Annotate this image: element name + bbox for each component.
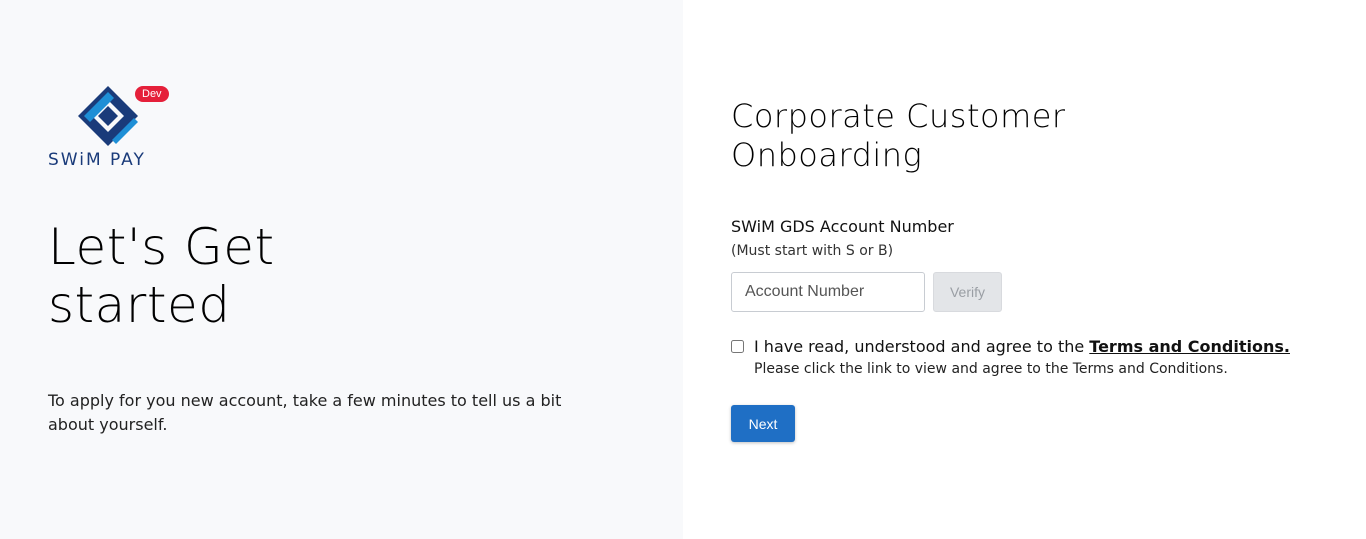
terms-checkbox[interactable]	[731, 340, 744, 353]
next-button[interactable]: Next	[731, 405, 795, 442]
onboarding-form: Corporate Customer Onboarding SWiM GDS A…	[683, 0, 1366, 539]
form-title: Corporate Customer Onboarding	[731, 97, 1066, 175]
account-number-label: SWiM GDS Account Number	[731, 217, 954, 236]
swim-pay-logo-mark-icon	[78, 86, 138, 146]
verify-button[interactable]: Verify	[933, 272, 1002, 312]
hero-title: Let's Get started	[48, 218, 275, 334]
terms-prefix: I have read, understood and agree to the	[754, 337, 1090, 356]
hero-subtitle: To apply for you new account, take a few…	[48, 391, 562, 434]
form-title-line-2: Onboarding	[731, 136, 923, 174]
account-number-input[interactable]	[731, 272, 925, 312]
intro-panel: Dev SWiM PAY Let's Get started To apply …	[0, 0, 683, 539]
hero-title-line-1: Let's Get	[48, 218, 275, 276]
terms-note: Please click the link to view and agree …	[754, 361, 1228, 377]
brand-name: SWiM PAY	[48, 150, 146, 170]
swim-pay-logo: Dev SWiM PAY	[48, 84, 172, 174]
account-number-hint: (Must start with S or B)	[731, 243, 894, 259]
terms-and-conditions-link[interactable]: Terms and Conditions.	[1089, 337, 1290, 356]
page: Dev SWiM PAY Let's Get started To apply …	[0, 0, 1366, 539]
terms-agreement-text: I have read, understood and agree to the…	[754, 337, 1290, 356]
hero-title-line-2: started	[48, 276, 231, 334]
environment-badge: Dev	[135, 86, 169, 102]
form-title-line-1: Corporate Customer	[731, 97, 1066, 135]
